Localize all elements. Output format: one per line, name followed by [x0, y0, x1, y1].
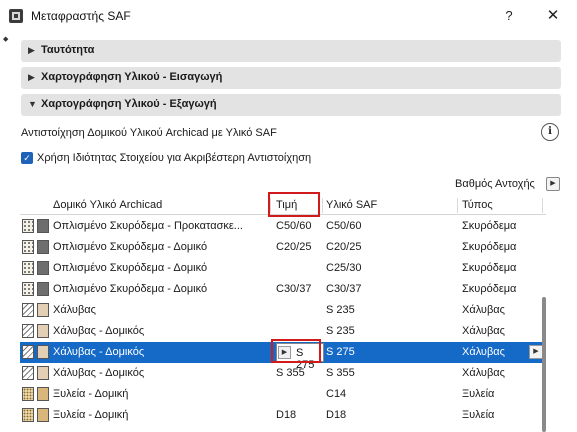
cell-value[interactable]: S 355 [276, 367, 305, 379]
section-label: Ταυτότητα [41, 44, 95, 56]
surface-swatch-icon [37, 282, 49, 296]
table-row[interactable]: Οπλισμένο Σκυρόδεμα - Δομικό C30/37 C30/37… [20, 279, 546, 300]
table-row[interactable]: Οπλισμένο Σκυρόδεμα - Προκατασκε... C50/6… [20, 216, 546, 237]
cell-saf-material[interactable]: D18 [326, 409, 346, 421]
pin-icon: ◆ [3, 36, 9, 43]
cell-material: Χάλυβας [53, 304, 96, 316]
column-divider[interactable] [322, 198, 323, 213]
cell-saf-material[interactable]: C50/60 [326, 220, 361, 232]
section-material-import[interactable]: ▶ Χαρτογράφηση Υλικού - Εισαγωγή [21, 67, 561, 89]
cell-saf-material[interactable]: S 275 [326, 346, 355, 358]
cell-type: Χάλυβας [462, 346, 505, 358]
material-mapping-table: Δομικό Υλικό Archicad Τιμή Υλικό SAF Τύπ… [20, 196, 546, 432]
surface-swatch-icon [37, 261, 49, 275]
section-label: Χαρτογράφηση Υλικού - Εξαγωγή [41, 98, 217, 110]
cell-type: Χάλυβας [462, 367, 505, 379]
column-header-saf-material[interactable]: Υλικό SAF [326, 199, 377, 211]
close-button[interactable]: ✕ [541, 4, 565, 28]
surface-swatch-icon [37, 387, 49, 401]
cell-type: Σκυρόδεμα [462, 283, 517, 295]
match-by-label: Βαθμός Αντοχής [455, 178, 535, 190]
scrollbar-thumb[interactable] [542, 297, 546, 432]
element-property-checkbox-label[interactable]: Χρήση Ιδιότητας Στοιχείου για Ακριβέστερ… [37, 152, 311, 164]
cell-material: Οπλισμένο Σκυρόδεμα - Προκατασκε... [53, 220, 243, 232]
steel-swatch-icon [22, 366, 34, 380]
timber-swatch-icon [22, 408, 34, 422]
steel-swatch-icon [22, 345, 34, 359]
chevron-right-icon: ▶ [28, 45, 35, 55]
cell-material: Οπλισμένο Σκυρόδεμα - Δομικό [53, 241, 208, 253]
highlight-value-header [268, 192, 320, 217]
help-button[interactable]: ? [497, 4, 521, 28]
surface-swatch-icon [37, 345, 49, 359]
cell-material: Χάλυβας - Δομικός [53, 325, 145, 337]
cell-material: Χάλυβας - Δομικός [53, 367, 145, 379]
timber-swatch-icon [22, 387, 34, 401]
cell-saf-material[interactable]: S 235 [326, 325, 355, 337]
column-divider[interactable] [542, 198, 543, 213]
concrete-swatch-icon [22, 219, 34, 233]
section-label: Χαρτογράφηση Υλικού - Εισαγωγή [41, 71, 223, 83]
concrete-swatch-icon [22, 240, 34, 254]
surface-swatch-icon [37, 366, 49, 380]
concrete-swatch-icon [22, 261, 34, 275]
cell-saf-material[interactable]: C20/25 [326, 241, 361, 253]
mapping-description: Αντιστοίχηση Δομικού Υλικού Archicad με … [21, 127, 277, 139]
table-row[interactable]: Οπλισμένο Σκυρόδεμα - Δομικό C20/25 C20/25… [20, 237, 546, 258]
chevron-right-icon: ▶ [28, 72, 35, 82]
cell-material: Ξυλεία - Δομική [53, 409, 129, 421]
table-row[interactable]: Οπλισμένο Σκυρόδεμα - Δομικό C25/30 Σκυρόδ… [20, 258, 546, 279]
cell-material: Οπλισμένο Σκυρόδεμα - Δομικό [53, 283, 208, 295]
info-icon[interactable]: i [541, 123, 559, 141]
concrete-swatch-icon [22, 282, 34, 296]
cell-saf-material[interactable]: S 355 [326, 367, 355, 379]
column-divider[interactable] [457, 198, 458, 213]
steel-swatch-icon [22, 324, 34, 338]
cell-type: Ξυλεία [462, 388, 495, 400]
cell-material: Ξυλεία - Δομική [53, 388, 129, 400]
title-bar: Μεταφραστής SAF ? ✕ [0, 0, 577, 32]
element-property-checkbox[interactable]: ✓ [21, 152, 33, 164]
cell-material: Χάλυβας - Δομικός [53, 346, 145, 358]
window-title: Μεταφραστής SAF [31, 9, 131, 23]
surface-swatch-icon [37, 408, 49, 422]
cell-type: Σκυρόδεμα [462, 220, 517, 232]
cell-value[interactable]: D18 [276, 409, 296, 421]
cell-value[interactable]: C20/25 [276, 241, 311, 253]
cell-type: Χάλυβας [462, 304, 505, 316]
cell-value[interactable]: C50/60 [276, 220, 311, 232]
section-identity[interactable]: ▶ Ταυτότητα [21, 40, 561, 62]
cell-saf-material[interactable]: C30/37 [326, 283, 361, 295]
cell-type: Ξυλεία [462, 409, 495, 421]
surface-swatch-icon [37, 240, 49, 254]
match-by-dropdown-button[interactable]: ▶ [546, 177, 560, 191]
cell-saf-material[interactable]: S 235 [326, 304, 355, 316]
app-icon [9, 9, 23, 23]
cell-type: Σκυρόδεμα [462, 241, 517, 253]
cell-material: Οπλισμένο Σκυρόδεμα - Δομικό [53, 262, 208, 274]
cell-saf-material[interactable]: C25/30 [326, 262, 361, 274]
cell-type: Χάλυβας [462, 325, 505, 337]
chevron-down-icon: ▼ [28, 99, 37, 109]
column-header-type[interactable]: Τύπος [462, 199, 493, 211]
table-row[interactable]: Ξυλεία - Δομική D18 D18 Ξυλεία [20, 405, 546, 426]
table-row[interactable]: Ξυλεία - Δομική C14 Ξυλεία [20, 384, 546, 405]
cell-type: Σκυρόδεμα [462, 262, 517, 274]
steel-swatch-icon [22, 303, 34, 317]
highlight-value-cell [271, 339, 321, 363]
table-row[interactable]: Χάλυβας - Δομικός S 355 S 355 Χάλυβας [20, 363, 546, 384]
cell-saf-material[interactable]: C14 [326, 388, 346, 400]
surface-swatch-icon [37, 219, 49, 233]
cell-value[interactable]: C30/37 [276, 283, 311, 295]
surface-swatch-icon [37, 324, 49, 338]
table-scrollbar[interactable] [541, 215, 548, 432]
table-row[interactable]: Χάλυβας S 235 Χάλυβας [20, 300, 546, 321]
column-header-material[interactable]: Δομικό Υλικό Archicad [53, 199, 162, 211]
section-material-export[interactable]: ▼ Χαρτογράφηση Υλικού - Εξαγωγή [21, 94, 561, 116]
surface-swatch-icon [37, 303, 49, 317]
